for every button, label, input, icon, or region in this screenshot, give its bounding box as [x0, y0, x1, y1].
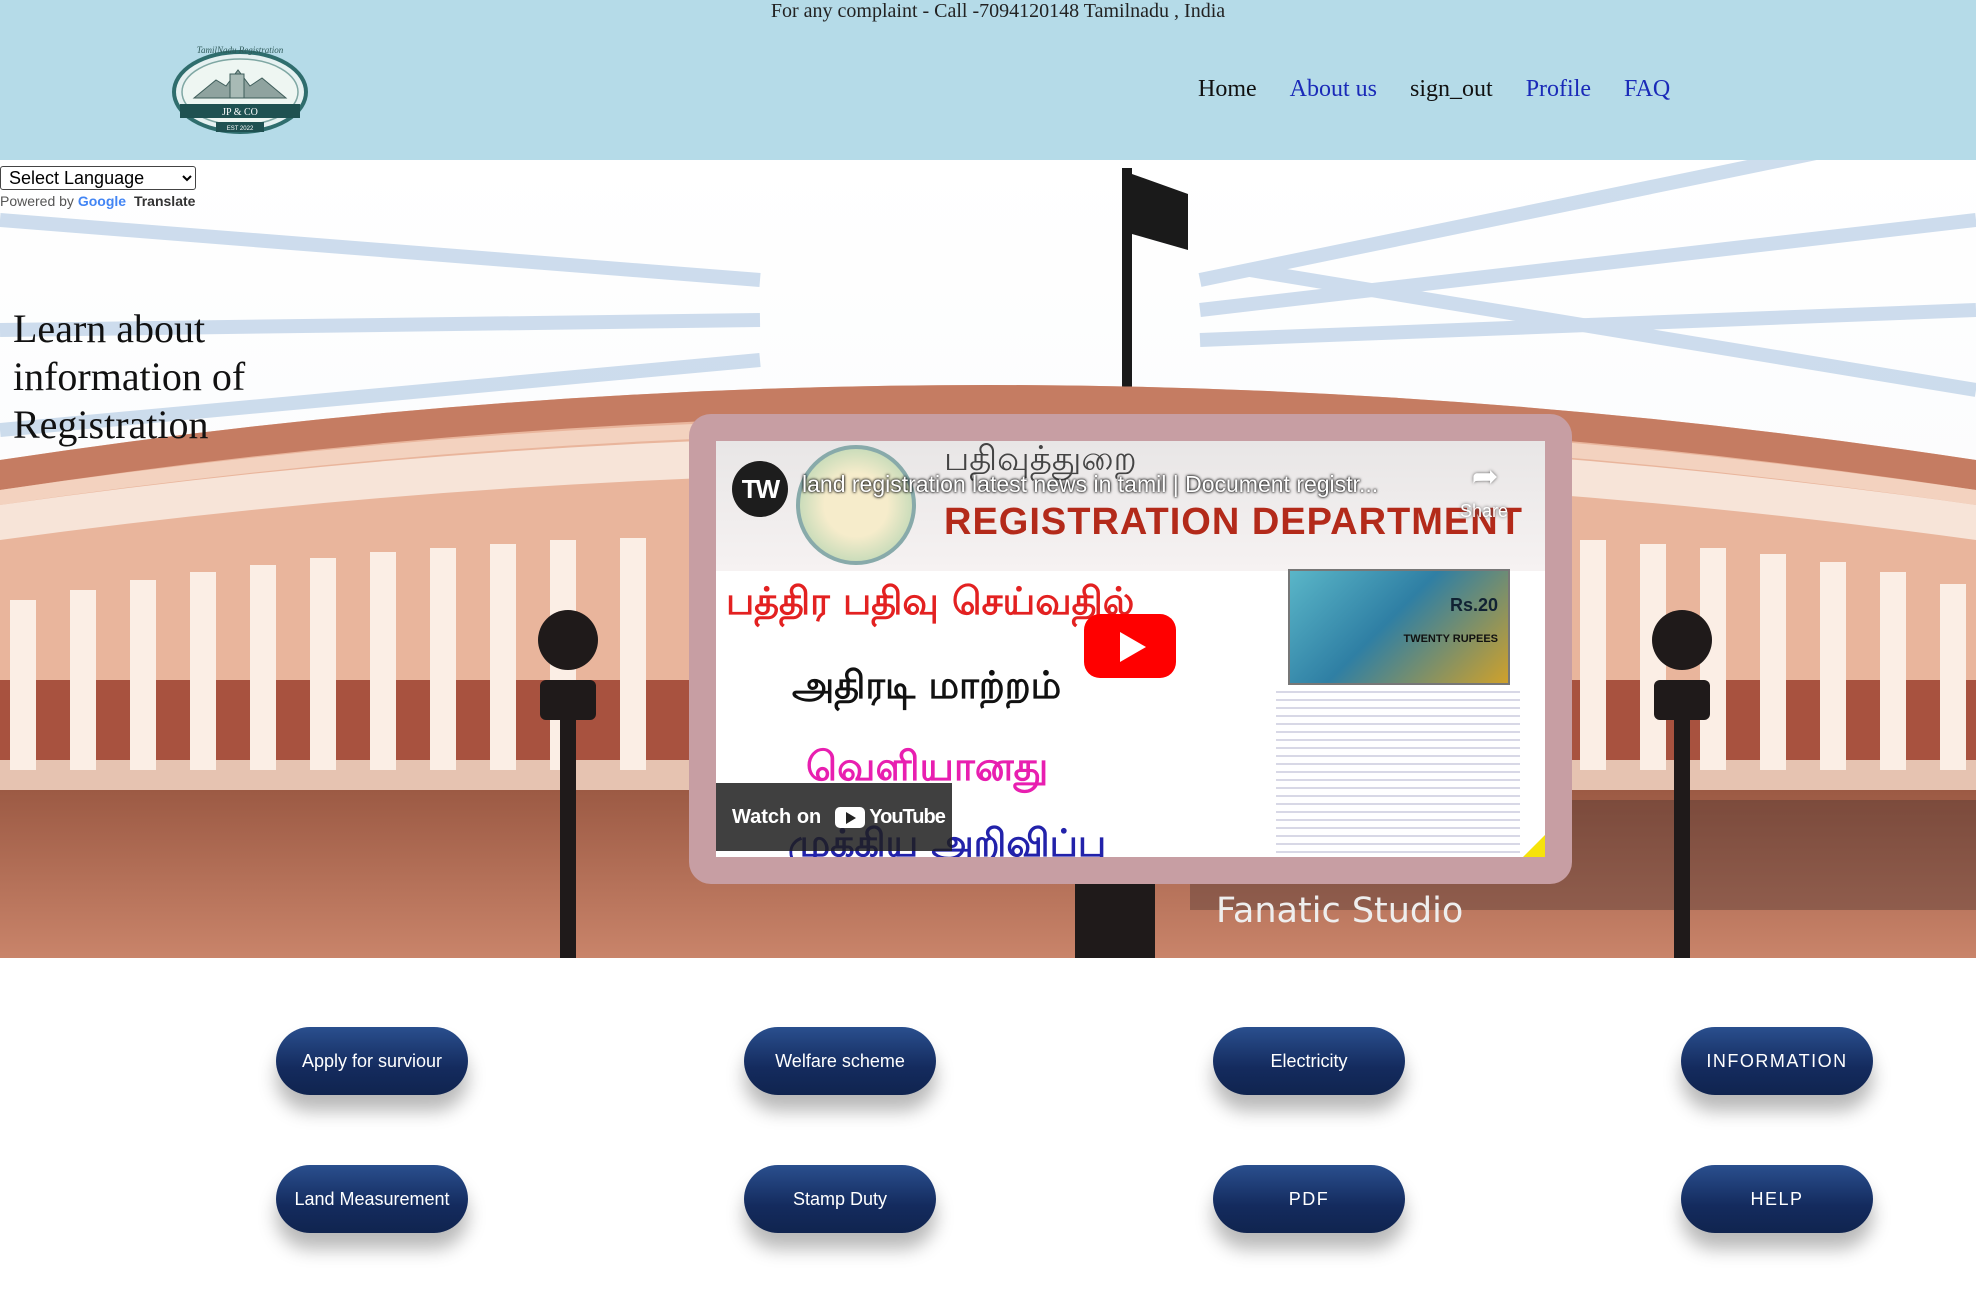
share-icon[interactable]: ➦ [1460, 457, 1510, 495]
youtube-play-icon [835, 806, 866, 828]
nav-faq-link[interactable]: FAQ [1624, 76, 1670, 103]
share-label[interactable]: Share [1452, 501, 1516, 522]
stamp-value: Rs.20 [1449, 595, 1498, 615]
video-title[interactable]: land registration latest news in tamil |… [802, 471, 1378, 498]
electricity-button[interactable]: Electricity [1213, 1027, 1405, 1095]
stamp-duty-button[interactable]: Stamp Duty [744, 1165, 936, 1233]
hero-heading: Learn about information of Registration [13, 306, 246, 447]
logo-est: EST 2022 [227, 126, 254, 132]
document-image [1276, 685, 1520, 857]
google-logo-text: Google [77, 193, 127, 209]
nav-signout-link[interactable]: sign_out [1410, 76, 1493, 103]
site-logo[interactable]: TamilNadu Registration JP & CO EST 2022 [164, 40, 316, 142]
nav-profile-link[interactable]: Profile [1526, 76, 1591, 103]
site-header: For any complaint - Call -7094120148 Tam… [0, 0, 1976, 160]
watch-on-label: Watch on [732, 805, 822, 828]
language-select[interactable]: Select Language [0, 166, 196, 190]
nav-about-link[interactable]: About us [1290, 76, 1377, 103]
logo-brand: JP & CO [222, 107, 258, 118]
youtube-embed[interactable]: பதிவுத்துறை REGISTRATION DEPARTMENT TW l… [716, 441, 1545, 857]
main-nav: Home About us sign_out Profile FAQ [1198, 76, 1703, 103]
translate-link[interactable]: Translate [134, 193, 195, 209]
thumbnail-line-1: பத்திர பதிவு செய்வதில் [726, 579, 1135, 623]
stamp-words: TWENTY RUPEES [1403, 633, 1498, 645]
thumbnail-department: REGISTRATION DEPARTMENT [944, 501, 1523, 543]
information-button[interactable]: INFORMATION [1681, 1027, 1873, 1095]
channel-avatar[interactable]: TW [732, 461, 788, 517]
thumbnail-corner-decoration [1523, 835, 1545, 857]
hero-watermark: Fanatic Studio [1216, 891, 1464, 931]
logo-top-text: TamilNadu Registration [197, 45, 284, 55]
powered-by-google: Powered by Google Translate [0, 193, 196, 209]
complaint-banner: For any complaint - Call -7094120148 Tam… [770, 0, 1226, 22]
stamp-paper-image: Rs.20 TWENTY RUPEES [1288, 569, 1510, 685]
google-translate-widget: Select Language Powered by Google Transl… [0, 166, 196, 209]
watch-on-youtube-button[interactable]: Watch on YouTube [716, 783, 952, 851]
tamilnadu-seal-icon [796, 445, 916, 565]
apply-for-surviour-button[interactable]: Apply for surviour [276, 1027, 468, 1095]
land-measurement-button[interactable]: Land Measurement [276, 1165, 468, 1233]
play-button-icon[interactable] [1084, 614, 1176, 678]
help-button[interactable]: HELP [1681, 1165, 1873, 1233]
youtube-wordmark: YouTube [869, 805, 946, 828]
youtube-logo: YouTube [835, 805, 946, 829]
nav-home-link[interactable]: Home [1198, 76, 1257, 103]
channel-initials: TW [741, 474, 780, 504]
video-frame: பதிவுத்துறை REGISTRATION DEPARTMENT TW l… [689, 414, 1572, 884]
welfare-scheme-button[interactable]: Welfare scheme [744, 1027, 936, 1095]
thumbnail-line-2: அதிரடி மாற்றம் [792, 663, 1062, 707]
powered-by-label: Powered by [0, 193, 74, 209]
pdf-button[interactable]: PDF [1213, 1165, 1405, 1233]
